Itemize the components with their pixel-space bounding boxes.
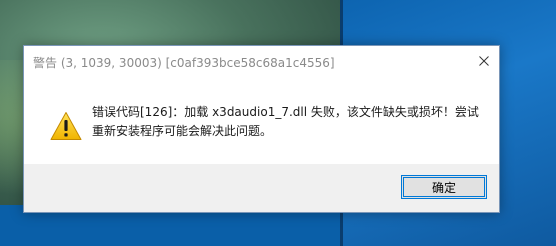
close-icon <box>479 56 489 66</box>
dialog-content: 错误代码[126]：加载 x3daudio1_7.dll 失败，该文件缺失或损坏… <box>24 77 499 165</box>
desktop: 警告 (3, 1039, 30003) [c0af393bce58c68a1c4… <box>0 0 556 246</box>
dialog-title: 警告 (3, 1039, 30003) [c0af393bce58c68a1c4… <box>33 56 335 70</box>
warning-dialog: 警告 (3, 1039, 30003) [c0af393bce58c68a1c4… <box>23 45 500 213</box>
error-message: 错误代码[126]：加载 x3daudio1_7.dll 失败，该文件缺失或损坏… <box>92 105 479 138</box>
ok-button[interactable]: 确定 <box>401 175 487 199</box>
dialog-footer: 确定 <box>24 164 499 212</box>
dialog-titlebar[interactable]: 警告 (3, 1039, 30003) [c0af393bce58c68a1c4… <box>24 46 499 77</box>
warning-icon <box>50 112 82 140</box>
close-button[interactable] <box>469 46 499 76</box>
